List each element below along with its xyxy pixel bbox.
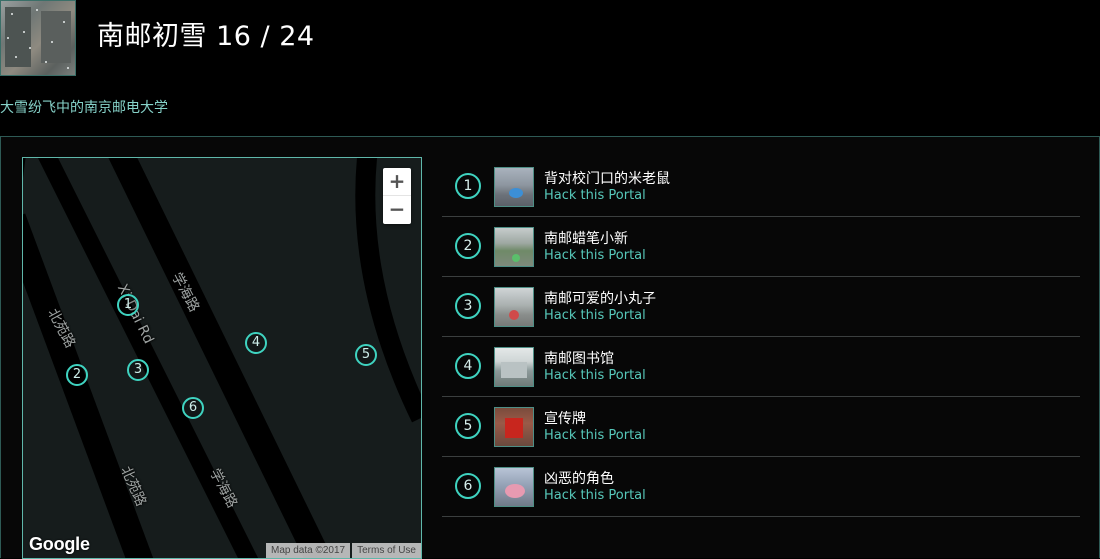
portal-thumbnail: [494, 467, 534, 507]
map-data-credit: Map data ©2017: [266, 543, 351, 558]
terms-of-use-link[interactable]: Terms of Use: [352, 543, 421, 558]
portal-name: 背对校门口的米老鼠: [544, 171, 670, 187]
hack-portal-link[interactable]: Hack this Portal: [544, 368, 646, 383]
mission-description: 大雪纷飞中的南京邮电大学: [0, 100, 168, 116]
hack-portal-link[interactable]: Hack this Portal: [544, 428, 646, 443]
zoom-out-button[interactable]: −: [383, 196, 411, 224]
portal-thumbnail: [494, 167, 534, 207]
portal-number-badge: 4: [455, 353, 481, 379]
portal-name: 凶恶的角色: [544, 471, 614, 487]
map-marker-5[interactable]: 5: [355, 344, 377, 366]
map-marker-4[interactable]: 4: [245, 332, 267, 354]
zoom-control: + −: [383, 168, 411, 224]
list-item: 6 凶恶的角色 Hack this Portal: [442, 457, 1080, 517]
map-marker-6[interactable]: 6: [182, 397, 204, 419]
mission-thumbnail: [0, 0, 76, 76]
zoom-in-button[interactable]: +: [383, 168, 411, 196]
hack-portal-link[interactable]: Hack this Portal: [544, 488, 646, 503]
list-item: 3 南邮可爱的小丸子 Hack this Portal: [442, 277, 1080, 337]
portal-number-badge: 3: [455, 293, 481, 319]
portal-number-badge: 6: [455, 473, 481, 499]
hack-portal-link[interactable]: Hack this Portal: [544, 188, 646, 203]
portal-name: 南邮蜡笔小新: [544, 231, 628, 247]
portal-name: 宣传牌: [544, 411, 586, 427]
map-attribution: Map data ©2017 Terms of Use: [264, 543, 421, 558]
map-view[interactable]: 北苑路 Xi Dai Rd 学海路 北苑路 学海路 1 2 3 4 5 6 + …: [22, 157, 422, 559]
list-item: 5 宣传牌 Hack this Portal: [442, 397, 1080, 457]
list-item: 2 南邮蜡笔小新 Hack this Portal: [442, 217, 1080, 277]
portal-thumbnail: [494, 347, 534, 387]
portal-name: 南邮图书馆: [544, 351, 614, 367]
map-marker-3[interactable]: 3: [127, 359, 149, 381]
mission-panel: 北苑路 Xi Dai Rd 学海路 北苑路 学海路 1 2 3 4 5 6 + …: [0, 136, 1100, 559]
hack-portal-link[interactable]: Hack this Portal: [544, 248, 646, 263]
portal-number-badge: 1: [455, 173, 481, 199]
portal-number-badge: 2: [455, 233, 481, 259]
portal-number-badge: 5: [455, 413, 481, 439]
portal-name: 南邮可爱的小丸子: [544, 291, 656, 307]
list-item: 4 南邮图书馆 Hack this Portal: [442, 337, 1080, 397]
portal-list: 1 背对校门口的米老鼠 Hack this Portal 2 南邮蜡笔小新 Ha…: [442, 157, 1080, 517]
portal-thumbnail: [494, 287, 534, 327]
list-item: 1 背对校门口的米老鼠 Hack this Portal: [442, 157, 1080, 217]
google-logo: Google: [29, 534, 90, 554]
page-title: 南邮初雪 16 / 24: [97, 21, 315, 52]
portal-thumbnail: [494, 407, 534, 447]
map-marker-1[interactable]: 1: [117, 294, 139, 316]
portal-thumbnail: [494, 227, 534, 267]
map-marker-2[interactable]: 2: [66, 364, 88, 386]
hack-portal-link[interactable]: Hack this Portal: [544, 308, 646, 323]
